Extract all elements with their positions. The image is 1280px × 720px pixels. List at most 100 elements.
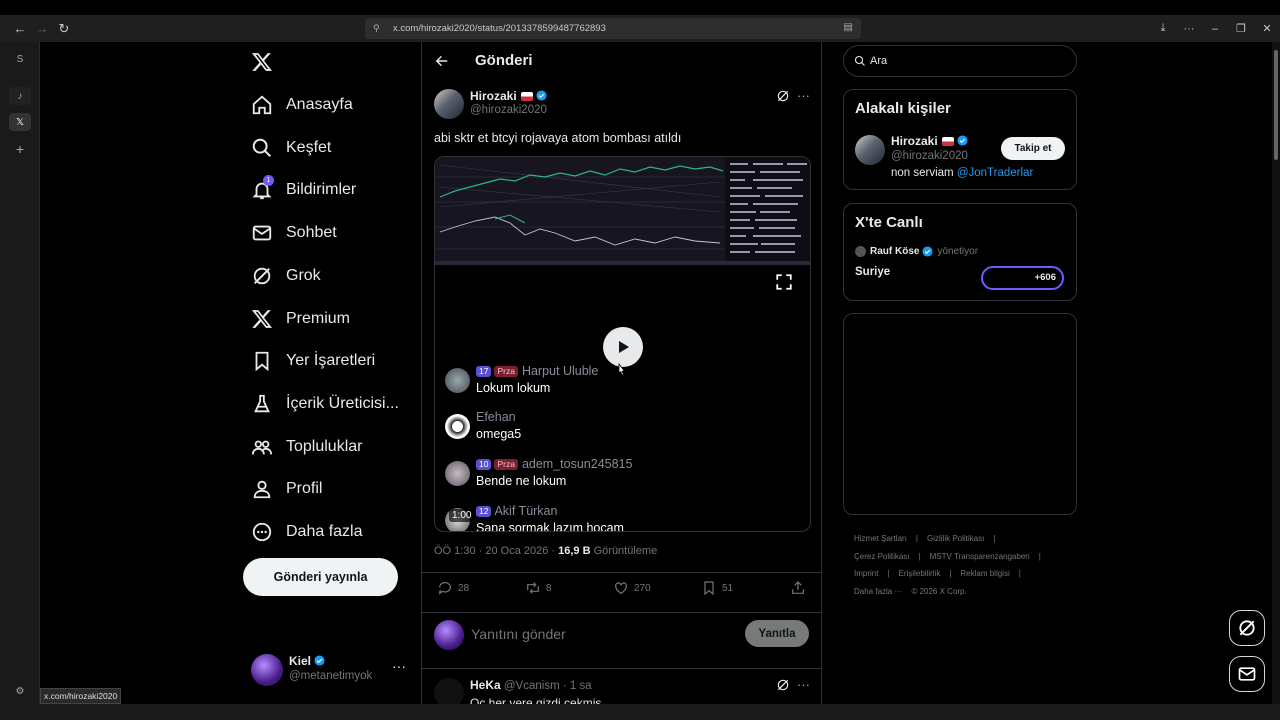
divider [422,572,821,573]
like-action[interactable]: 270 [613,580,651,596]
sub-badge: Prza [494,458,518,470]
search-input[interactable] [870,55,1060,67]
footer-link[interactable]: Erişilebilirlik [899,569,941,578]
share-action[interactable] [790,580,811,596]
chat-username: Efehan [476,410,516,424]
minimize-icon[interactable]: – [1202,23,1228,35]
download-icon[interactable]: ⤓ [1150,22,1176,35]
account-switcher[interactable]: Kiel @metanetimyok ··· [251,652,411,688]
chat-text: omega5 [476,427,522,441]
sidebar-item-premium[interactable]: Premium [251,305,350,333]
messages-fab[interactable] [1229,656,1265,692]
sidebar-item-i-çerik-üreticisi[interactable]: İçerik Üreticisi... [251,390,399,418]
x-tab-icon[interactable]: 𝕏 [9,113,31,131]
status-url: x.com/hirozaki2020 [40,688,122,704]
reload-icon[interactable]: ↻ [53,18,75,40]
address-bar[interactable]: ⚲ x.com/hirozaki2020/status/201337859948… [365,18,861,39]
bio-link[interactable]: @JonTraderlar [957,167,1033,179]
footer-separator: | [915,534,918,543]
sidebar-item-label: Anasayfa [286,96,353,113]
tiktok-tab-icon[interactable]: ♪ [9,87,31,105]
post-actions: 28 8 270 51 [434,580,811,602]
grok-icon[interactable] [776,89,790,103]
sidebar-item-label: Topluluklar [286,437,363,455]
forward-nav-icon[interactable]: → [31,18,53,40]
avatar[interactable] [434,678,464,704]
card-title: Alakalı kişiler [855,100,951,117]
post-author-handle[interactable]: @hirozaki2020 [470,104,547,116]
person-icon [251,478,273,500]
sidebar-item-profil[interactable]: Profil [251,475,322,503]
fullscreen-icon[interactable] [775,273,793,291]
x-logo-icon[interactable] [251,51,275,73]
live-listeners-pill[interactable]: +606 [981,266,1064,290]
footer-link[interactable]: Daha fazla ··· [854,587,902,596]
sidebar-item-bildirimler[interactable]: 1 Bildirimler [251,175,356,204]
footer-link[interactable]: Çerez Politikası [854,552,910,561]
person-handle[interactable]: @hirozaki2020 [891,150,968,162]
sidebar-item-grok[interactable]: Grok [251,262,321,290]
person-bio: non serviam @JonTraderlar [891,167,1034,179]
sidebar-item-yer-i-şaretleri[interactable]: Yer İşaretleri [251,347,375,375]
grok-fab[interactable] [1229,610,1265,646]
footer-link[interactable]: MSTV Transparenzangaben [930,552,1030,561]
repost-action[interactable]: 8 [525,580,552,596]
verified-icon [314,655,325,666]
play-button[interactable] [603,327,643,367]
sidebar-item-daha-fazla[interactable]: Daha fazla [251,518,363,546]
live-space-title[interactable]: Suriye [855,266,890,278]
footer-link[interactable]: Imprint [854,569,878,578]
flag-icon [520,92,533,101]
grok-icon[interactable] [776,678,790,692]
site-info-icon[interactable]: ⚲ [373,23,387,34]
footer-link[interactable]: © 2026 X Corp. [911,587,966,596]
avatar[interactable] [434,89,464,119]
bookmark-action[interactable]: 51 [701,580,733,596]
search-box[interactable] [843,45,1077,77]
reply-author[interactable]: HeKa @Vcanism · 1 sa [470,678,592,692]
empty-card [843,313,1077,515]
sidebar-item-label: Daha fazla [286,523,363,540]
restore-icon[interactable]: ❐ [1228,22,1254,35]
reply-input[interactable]: Yanıtını gönder [471,626,566,642]
footer-link[interactable]: Gizlilik Politikası [927,534,984,543]
scrollbar-thumb[interactable] [1274,50,1278,160]
post-author-name[interactable]: Hirozaki [470,89,547,103]
play-icon [619,341,629,353]
back-nav-icon[interactable]: ← [9,18,31,40]
footer-link[interactable]: Reklam bilgisi [960,569,1009,578]
sidebar-item-sohbet[interactable]: Sohbet [251,219,337,247]
add-tab-icon[interactable]: + [9,140,31,158]
home-icon [251,94,273,116]
scrollbar[interactable] [1272,42,1280,704]
url-text: x.com/hirozaki2020/status/20133785994877… [393,23,606,34]
person-name[interactable]: Hirozaki [891,134,968,148]
reply-more-icon[interactable]: ··· [797,677,810,692]
sidebar-item-anasayfa[interactable]: Anasayfa [251,91,353,119]
share-icon [792,581,804,594]
close-window-icon[interactable]: ✕ [1254,22,1280,35]
settings-icon[interactable]: ⚙ [9,682,31,700]
reader-mode-icon[interactable]: ▤ [844,22,853,33]
back-arrow-icon[interactable] [435,54,449,68]
account-more-icon[interactable]: ··· [392,658,406,674]
sidebar-item-label: Sohbet [286,224,337,242]
rail-label: S [16,53,24,65]
post-more-icon[interactable]: ··· [797,88,810,103]
chat-message: 12 Akif Türkan Sana sormak lazım hocam [445,504,805,531]
sidebar-item-topluluklar[interactable]: Topluluklar [251,433,362,461]
footer-link[interactable]: Hizmet Şartları [854,534,907,543]
divider [422,668,821,669]
live-host[interactable]: Rauf Köse yönetiyor [855,246,978,257]
post-button[interactable]: Gönderi yayınla [243,558,398,596]
grok-icon [251,265,273,287]
browser-menu-icon[interactable]: ··· [1176,23,1202,35]
reply-button[interactable]: Yanıtla [745,620,809,647]
sidebar-item-keşfet[interactable]: Keşfet [251,134,331,162]
footer-separator: | [993,534,996,543]
follow-button[interactable]: Takip et [1001,137,1065,160]
avatar[interactable] [855,135,885,165]
reply-action[interactable]: 28 [437,580,469,596]
reply-icon [438,582,451,595]
video-player[interactable]: 17 Prza Harput Ulubl​e Lokum lokum Efehan ome… [434,156,811,532]
